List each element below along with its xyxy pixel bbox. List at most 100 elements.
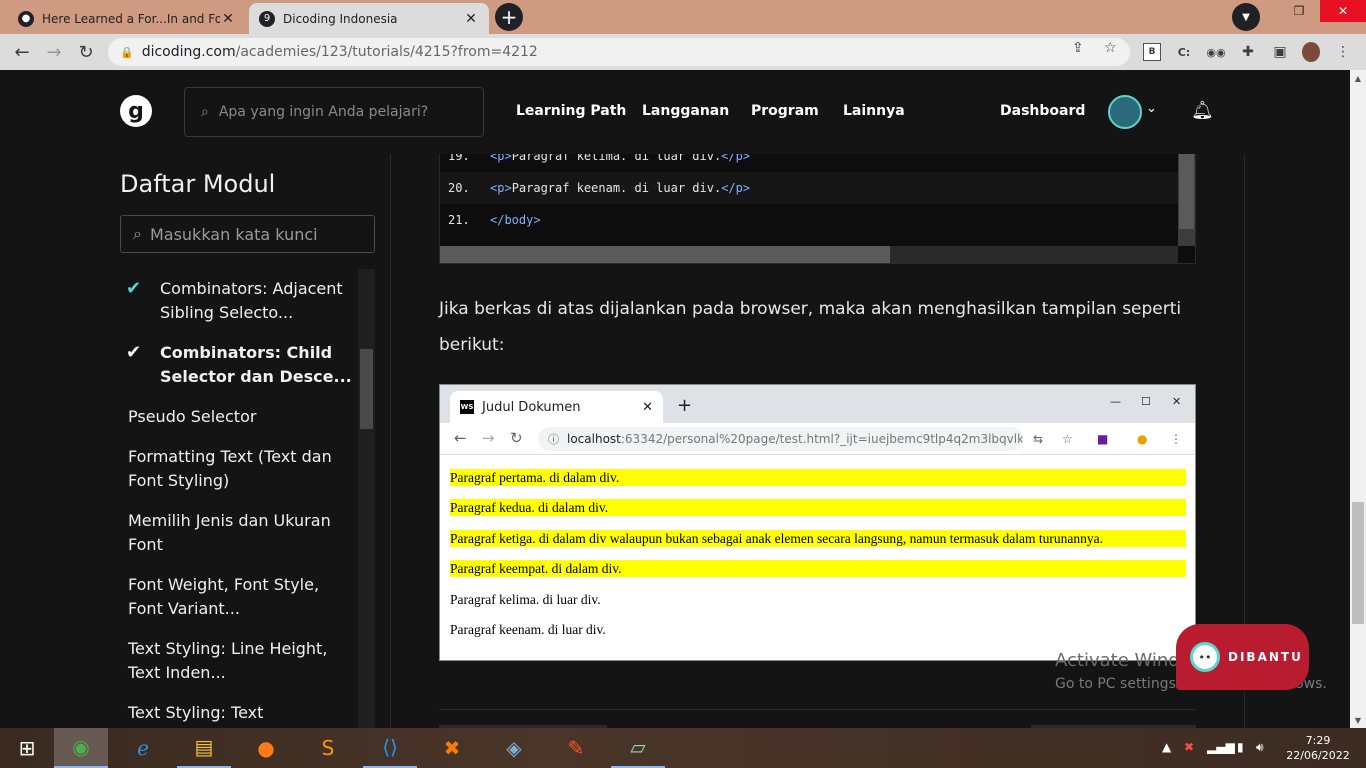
extension-icon: ● — [1137, 432, 1148, 446]
nav-dashboard[interactable]: Dashboard — [1000, 103, 1085, 119]
scroll-thumb[interactable] — [1352, 502, 1364, 624]
module-list: ✔ Combinators: Adjacent Sibling Selecto.… — [120, 269, 375, 728]
tab-title: Dicoding Indonesia — [283, 11, 398, 26]
mysql-workbench-icon[interactable]: ◈ — [487, 728, 541, 768]
module-item-adjacent-sibling[interactable]: ✔ Combinators: Adjacent Sibling Selecto.… — [120, 277, 355, 325]
extension-c-icon[interactable]: C: — [1175, 43, 1193, 61]
site-search-input[interactable] — [218, 104, 459, 120]
screenshot-address-bar: ⓘ localhost:63342/personal%20page/test.h… — [538, 427, 1023, 451]
taskbar-clock[interactable]: 7:29 22/06/2022 — [1286, 733, 1350, 763]
dicoding-logo[interactable]: g — [120, 95, 152, 127]
screenshot-tab: WS Judul Dokumen ✕ — [450, 391, 663, 423]
menu-kebab-icon: ⋮ — [1170, 432, 1182, 446]
browser-tab-2[interactable]: 9 Dicoding Indonesia ✕ — [249, 3, 489, 34]
signal-icon[interactable]: ▂▄▆ — [1207, 740, 1235, 754]
rendered-paragraph: Paragraf kedua. di dalam div. — [450, 499, 1186, 516]
profile-avatar-icon[interactable] — [1302, 42, 1320, 62]
code-block: 19. <p>Paragraf kelima. di luar div.</p>… — [439, 154, 1196, 264]
module-item-font-weight[interactable]: Font Weight, Font Style, Font Variant... — [120, 573, 355, 621]
browser-tab-1[interactable]: ● Here Learned a For...In and For...O ✕ — [8, 3, 246, 34]
back-icon[interactable]: ← — [8, 38, 36, 66]
lock-icon: 🔒 — [120, 45, 134, 59]
module-item-label: Formatting Text (Text dan Font Styling) — [128, 447, 332, 490]
module-item-label: Font Weight, Font Style, Font Variant... — [128, 575, 320, 618]
result-screenshot: WS Judul Dokumen ✕ + — ☐ ✕ ← → ↻ ⓘ local… — [439, 384, 1196, 661]
tab-title: Here Learned a For...In and For...O — [42, 11, 220, 26]
new-tab-button[interactable]: + — [495, 3, 523, 31]
notepad-icon[interactable]: ▱ — [611, 728, 665, 768]
info-icon: ⓘ — [548, 433, 559, 446]
module-item-line-height[interactable]: Text Styling: Line Height, Text Inden... — [120, 637, 355, 685]
nav-learning-path[interactable]: Learning Path — [516, 103, 626, 119]
user-avatar[interactable] — [1108, 95, 1142, 129]
nav-lainnya[interactable]: Lainnya — [843, 103, 905, 119]
share-icon[interactable]: ⇪ — [1072, 40, 1084, 56]
forward-icon[interactable]: → — [40, 38, 68, 66]
scroll-down-icon[interactable]: ▼ — [1350, 712, 1366, 728]
section-divider — [439, 709, 1196, 710]
module-item-jenis-ukuran-font[interactable]: Memilih Jenis dan Ukuran Font — [120, 509, 355, 557]
chrome-icon[interactable]: ◉ — [54, 728, 108, 768]
extension-glasses-icon[interactable]: ◉◉ — [1206, 43, 1225, 61]
network-off-icon[interactable]: ✖ — [1184, 740, 1194, 754]
internet-explorer-icon[interactable]: ℯ — [116, 728, 170, 768]
battery-icon[interactable]: ▮ — [1237, 740, 1244, 754]
minimize-icon: — — [1110, 395, 1121, 408]
close-tab-icon[interactable]: ✕ — [220, 11, 236, 27]
chevron-down-icon[interactable]: ⌄ — [1146, 101, 1157, 116]
github-icon: ● — [18, 10, 34, 27]
bookmark-star-icon[interactable]: ☆ — [1104, 40, 1117, 56]
address-bar[interactable]: 🔒 dicoding.com/academies/123/tutorials/4… — [108, 38, 1130, 66]
module-item-label: Pseudo Selector — [128, 407, 257, 426]
close-tab-icon[interactable]: ✕ — [463, 11, 479, 27]
reload-icon[interactable]: ↻ — [72, 38, 100, 66]
module-search-box[interactable]: ⌕ — [120, 215, 375, 253]
side-panel-icon[interactable]: ▣ — [1271, 43, 1289, 61]
xampp-icon[interactable]: ✖ — [425, 728, 479, 768]
nav-program[interactable]: Program — [751, 103, 819, 119]
close-window-icon[interactable]: ✕ — [1320, 0, 1366, 22]
module-item-text-decoration[interactable]: Text Styling: Text Decoration, — [120, 701, 355, 728]
tray-chevron-up-icon[interactable]: ▲ — [1162, 740, 1171, 754]
site-search-box[interactable]: ⌕ — [184, 87, 484, 137]
extension-b-icon[interactable]: B — [1143, 43, 1161, 61]
dibantu-chat-button[interactable]: •• DIBANTU — [1176, 624, 1309, 690]
sidebar-divider — [390, 154, 391, 728]
restore-icon[interactable]: ❐ — [1276, 0, 1322, 22]
scroll-up-icon[interactable]: ▲ — [1350, 70, 1366, 86]
page-scrollbar[interactable]: ▲ ▼ — [1350, 70, 1366, 728]
firefox-icon[interactable]: ● — [239, 728, 293, 768]
robot-icon: •• — [1190, 642, 1220, 672]
code-line: 20. <p>Paragraf keenam. di luar div.</p> — [440, 172, 1178, 204]
pen-tool-icon[interactable]: ✎ — [549, 728, 603, 768]
module-item-label: Text Styling: Text Decoration, — [128, 703, 264, 728]
sublime-text-icon[interactable]: S — [301, 728, 355, 768]
code-text: </body> — [490, 213, 541, 227]
code-line: 19. <p>Paragraf kelima. di luar div.</p> — [440, 154, 1178, 172]
nav-langganan[interactable]: Langganan — [642, 103, 729, 119]
screenshot-toolbar: ← → ↻ ⓘ localhost:63342/personal%20page/… — [440, 423, 1195, 455]
windows-start-icon[interactable]: ⊞ — [0, 728, 54, 768]
module-item-child-selector[interactable]: ✔ Combinators: Child Selector dan Desce.… — [120, 341, 355, 389]
screenshot-tabbar: WS Judul Dokumen ✕ + — ☐ ✕ — [440, 385, 1195, 423]
extensions-puzzle-icon[interactable]: ✚ — [1239, 43, 1257, 61]
minimize-icon[interactable]: — — [1228, 0, 1274, 22]
code-text: <p>Paragraf keenam. di luar div.</p> — [490, 181, 751, 195]
code-vertical-scrollbar[interactable] — [1178, 154, 1195, 246]
rendered-paragraph: Paragraf keempat. di dalam div. — [450, 560, 1186, 577]
vscode-icon[interactable]: ⟨⟩ — [363, 728, 417, 768]
search-icon: ⌕ — [201, 104, 209, 120]
line-number: 21. — [448, 213, 470, 227]
module-search-input[interactable] — [149, 224, 360, 244]
notification-bell-icon[interactable]: 🔔︎ — [1191, 100, 1214, 121]
menu-kebab-icon[interactable]: ⋮ — [1334, 43, 1352, 61]
close-icon: ✕ — [642, 399, 653, 415]
module-item-pseudo-selector[interactable]: Pseudo Selector — [120, 405, 355, 429]
rendered-paragraph: Paragraf kelima. di luar div. — [450, 592, 601, 607]
file-explorer-icon[interactable]: ▤ — [177, 728, 231, 768]
module-item-formatting-text[interactable]: Formatting Text (Text dan Font Styling) — [120, 445, 355, 493]
screenshot-tab-title: Judul Dokumen — [482, 399, 581, 415]
volume-icon[interactable]: 🔊︎ — [1256, 740, 1264, 755]
module-list-scrollbar[interactable] — [358, 269, 375, 728]
code-horizontal-scrollbar[interactable] — [440, 246, 1178, 263]
